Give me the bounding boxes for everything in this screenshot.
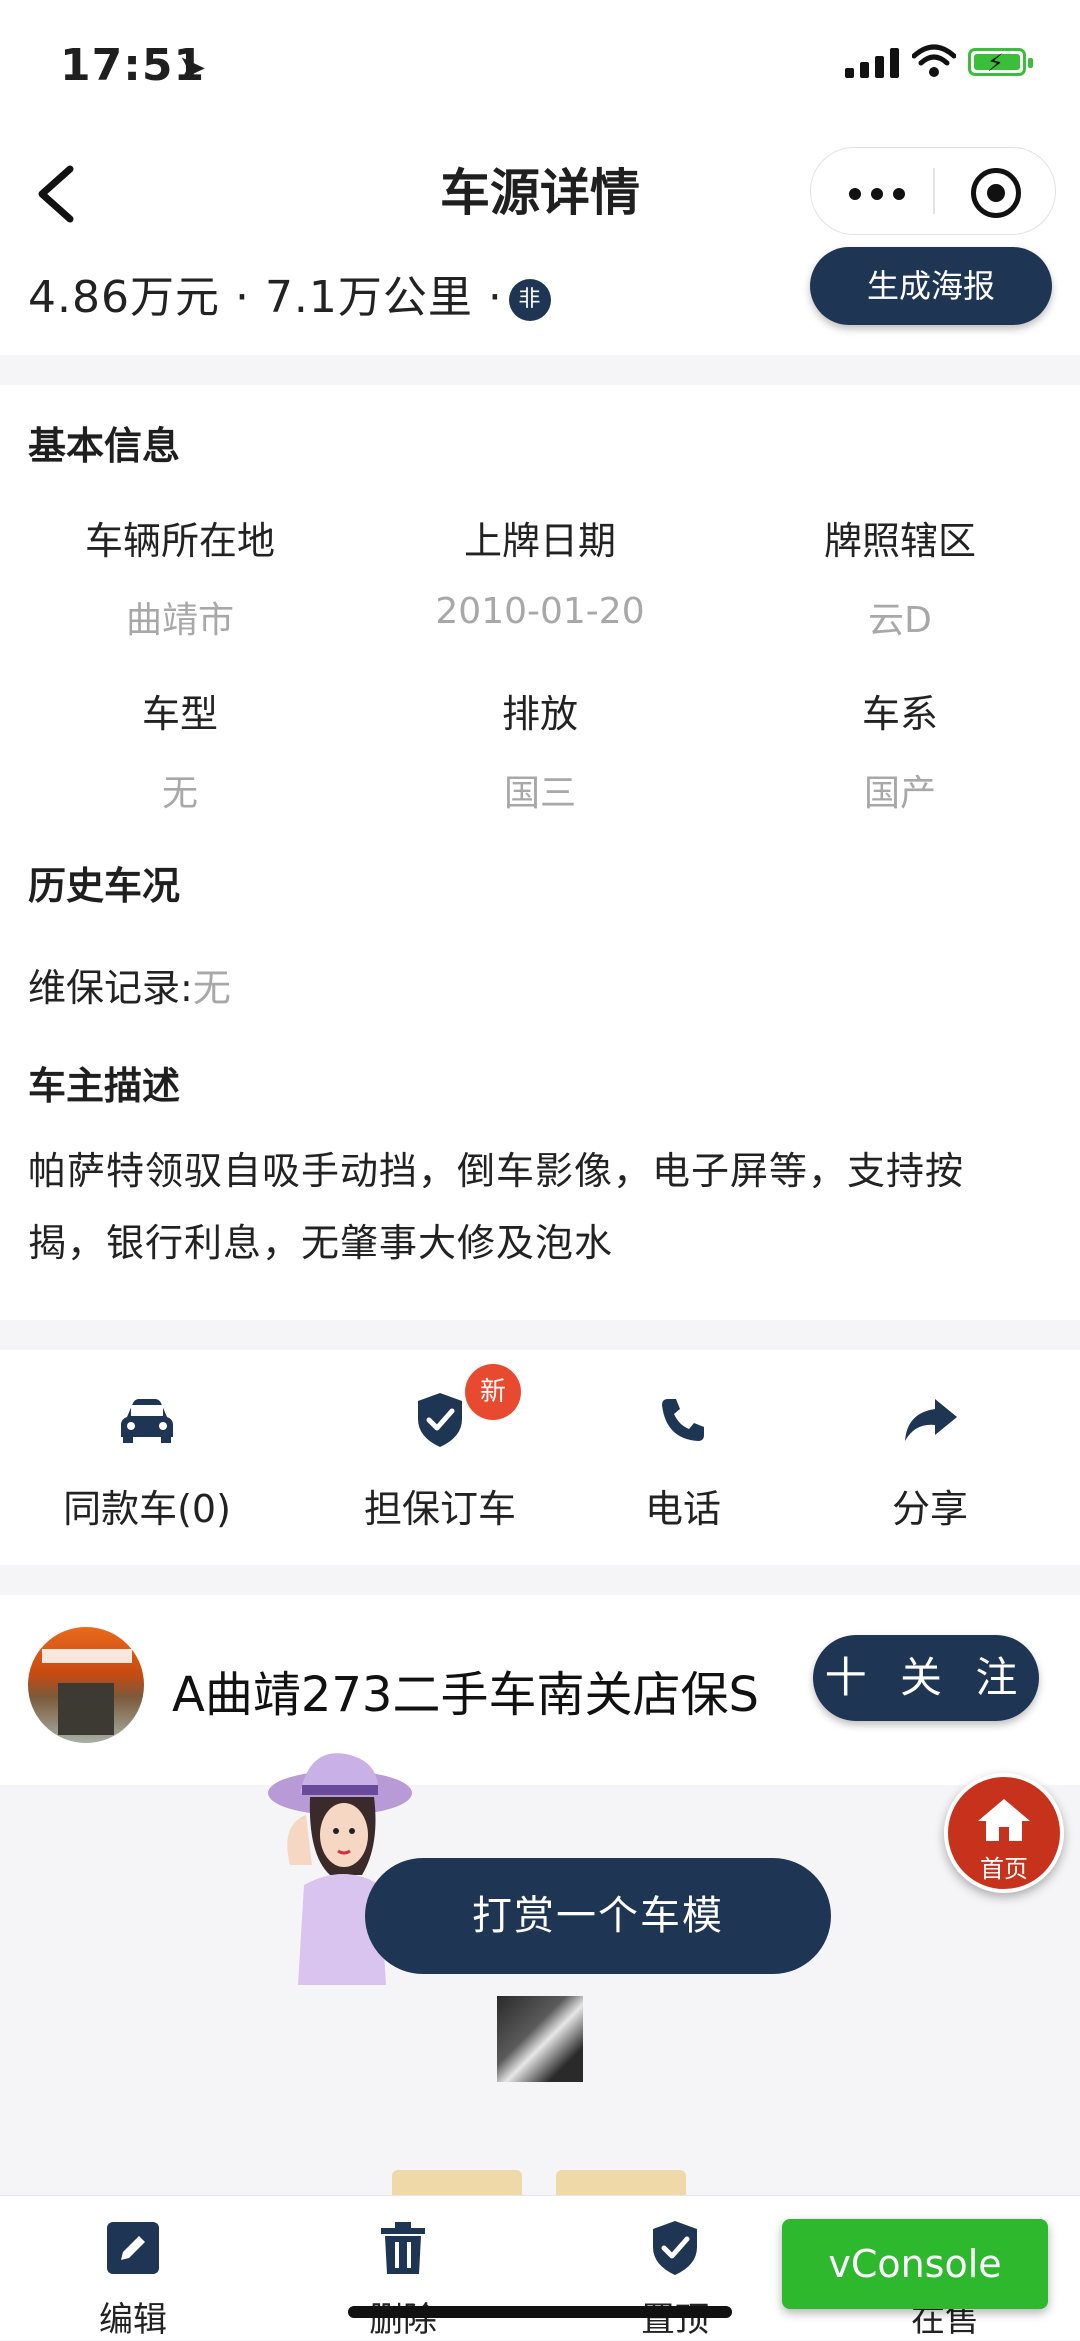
home-indicator (348, 2306, 732, 2318)
car-icon (121, 1399, 173, 1443)
fei-badge: 非 (508, 279, 551, 321)
vconsole-button[interactable]: vConsole (782, 2219, 1048, 2309)
new-badge: 新 (465, 1364, 521, 1420)
home-label: 首页 (980, 1855, 1028, 1883)
signal-icon (845, 48, 899, 78)
share-arrow-icon (905, 1399, 957, 1441)
info-value: 云D (868, 600, 932, 641)
owner-desc-title: 车主描述 (28, 1064, 181, 1108)
info-value: 国三 (503, 773, 576, 814)
tab-edit[interactable]: 编辑 (33, 2218, 233, 2341)
info-cell-series: 车系 国产 (720, 683, 1080, 816)
capsule-divider (933, 168, 935, 214)
generate-poster-button[interactable]: 生成海报 (810, 247, 1052, 325)
action-row: 同款车(0) 担保订车 新 电话 分享 (0, 1350, 1080, 1565)
follow-button[interactable]: 十 关 注 (813, 1635, 1039, 1721)
info-label: 车型 (141, 692, 218, 736)
shield-check-icon (418, 1393, 462, 1447)
tab-edit-label: 编辑 (99, 2300, 167, 2340)
info-cell-reg-date: 上牌日期 2010-01-20 (360, 510, 720, 632)
info-value: 曲靖市 (125, 600, 234, 641)
info-value: 2010-01-20 (435, 591, 645, 632)
nav-bar: 车源详情 (0, 135, 1080, 255)
tab-pin-top[interactable]: 置顶 (575, 2218, 775, 2341)
guarantee-order-button[interactable]: 担保订车 (305, 1390, 575, 1533)
mini-program-capsule (810, 147, 1056, 235)
reward-area: 打赏一个车模 (0, 1753, 1080, 2200)
phone-icon (662, 1399, 704, 1441)
history-title: 历史车况 (28, 864, 181, 908)
phone-label: 电话 (644, 1487, 721, 1531)
trash-icon (381, 2222, 425, 2274)
reward-thumbnail[interactable] (497, 1996, 583, 2082)
basic-info-title: 基本信息 (28, 424, 181, 468)
guarantee-order-label: 担保订车 (363, 1487, 516, 1531)
info-label: 排放 (501, 692, 578, 736)
info-value: 国产 (863, 773, 936, 814)
bottom-tab-bar: 编辑 删除 置顶 在售 vConsole (0, 2195, 1080, 2340)
tab-delete[interactable]: 删除 (303, 2218, 503, 2341)
battery-icon: ⚡ (968, 48, 1033, 77)
info-label: 上牌日期 (463, 519, 616, 563)
shield-check-icon (653, 2221, 697, 2275)
info-cell-model: 车型 无 (0, 683, 360, 816)
same-car-label: 同款车(0) (63, 1487, 231, 1531)
phone-button[interactable]: 电话 (548, 1390, 818, 1533)
close-target-icon[interactable] (971, 168, 1021, 218)
owner-desc-text: 帕萨特领驭自吸手动挡，倒车影像，电子屏等，支持按揭，银行利息，无肇事大修及泡水 (28, 1149, 965, 1265)
info-value: 无 (161, 773, 198, 814)
share-label: 分享 (891, 1487, 968, 1531)
info-label: 车辆所在地 (84, 519, 275, 563)
info-cell-emission: 排放 国三 (360, 683, 720, 816)
wifi-icon (912, 44, 956, 77)
shop-row[interactable]: A曲靖273二手车南关店保S 十 关 注 (0, 1595, 1080, 1785)
maintenance-record: 维保记录:无 (28, 957, 231, 1012)
info-cell-plate-area: 牌照辖区 云D (720, 510, 1080, 643)
home-float-button[interactable]: 首页 (944, 1773, 1064, 1893)
share-button[interactable]: 分享 (795, 1390, 1065, 1533)
info-label: 牌照辖区 (823, 519, 976, 563)
location-arrow-icon: ➤ (178, 48, 207, 88)
status-bar: 17:51 ➤ ⚡ (0, 0, 1080, 135)
maintenance-value: 无 (192, 966, 231, 1010)
price-row: 4.86万元 · 7.1万公里 · 非 生成海报 (0, 247, 1080, 355)
maintenance-label: 维保记录: (28, 966, 193, 1010)
price-value: 4.86万元 (28, 272, 220, 323)
price-summary: 4.86万元 · 7.1万公里 · 非 (28, 261, 551, 325)
info-label: 车系 (861, 692, 938, 736)
shop-avatar[interactable] (28, 1627, 144, 1743)
shop-name[interactable]: A曲靖273二手车南关店保S (172, 1655, 759, 1725)
home-icon (978, 1799, 1030, 1841)
edit-icon (107, 2222, 159, 2274)
reward-car-model-button[interactable]: 打赏一个车模 (365, 1858, 831, 1974)
same-car-button[interactable]: 同款车(0) (12, 1390, 282, 1533)
more-dots-icon[interactable] (849, 188, 905, 200)
info-cell-location: 车辆所在地 曲靖市 (0, 510, 360, 643)
info-card: 基本信息 车辆所在地 曲靖市 上牌日期 2010-01-20 牌照辖区 云D 车… (0, 385, 1080, 1320)
mileage-value: 7.1万公里 (264, 272, 473, 323)
